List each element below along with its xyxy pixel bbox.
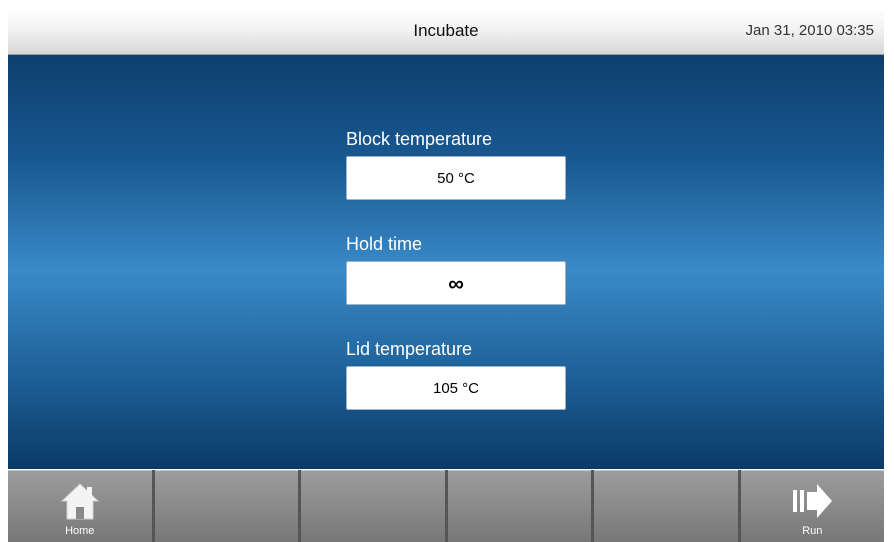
block-temperature-field[interactable]: 50 °C: [346, 156, 566, 200]
home-icon: [59, 481, 101, 528]
hold-time-field[interactable]: ∞: [346, 261, 566, 305]
toolbar-button-4[interactable]: [447, 470, 591, 542]
run-button-label: Run: [802, 525, 823, 537]
lid-temperature-label: Lid temperature: [346, 339, 473, 359]
toolbar-button-5[interactable]: [594, 470, 738, 542]
title-bar: Incubate Jan 31, 2010 03:35: [8, 8, 884, 55]
incubate-screen: Incubate Jan 31, 2010 03:35 Block temper…: [8, 8, 884, 542]
lid-temperature-field[interactable]: 105 °C: [346, 366, 566, 410]
run-button[interactable]: Run: [740, 470, 884, 542]
block-temperature-label: Block temperature: [346, 129, 493, 149]
toolbar-button-3[interactable]: [301, 470, 445, 542]
lid-temperature-value: 105 °C: [432, 380, 480, 397]
run-arrow-icon: [789, 481, 835, 526]
home-button[interactable]: Home: [8, 470, 152, 542]
date-time: Jan 31, 2010 03:35: [745, 22, 874, 39]
toolbar-button-2[interactable]: [154, 470, 298, 542]
home-button-label: Home: [65, 525, 95, 537]
hold-time-label: Hold time: [346, 234, 423, 254]
block-temperature-value: 50 °C: [437, 170, 475, 187]
hold-time-value: ∞: [448, 271, 464, 296]
bottom-toolbar: Home Run: [8, 470, 884, 542]
main-panel: Block temperature 50 °C Hold time ∞ Lid …: [8, 55, 884, 469]
